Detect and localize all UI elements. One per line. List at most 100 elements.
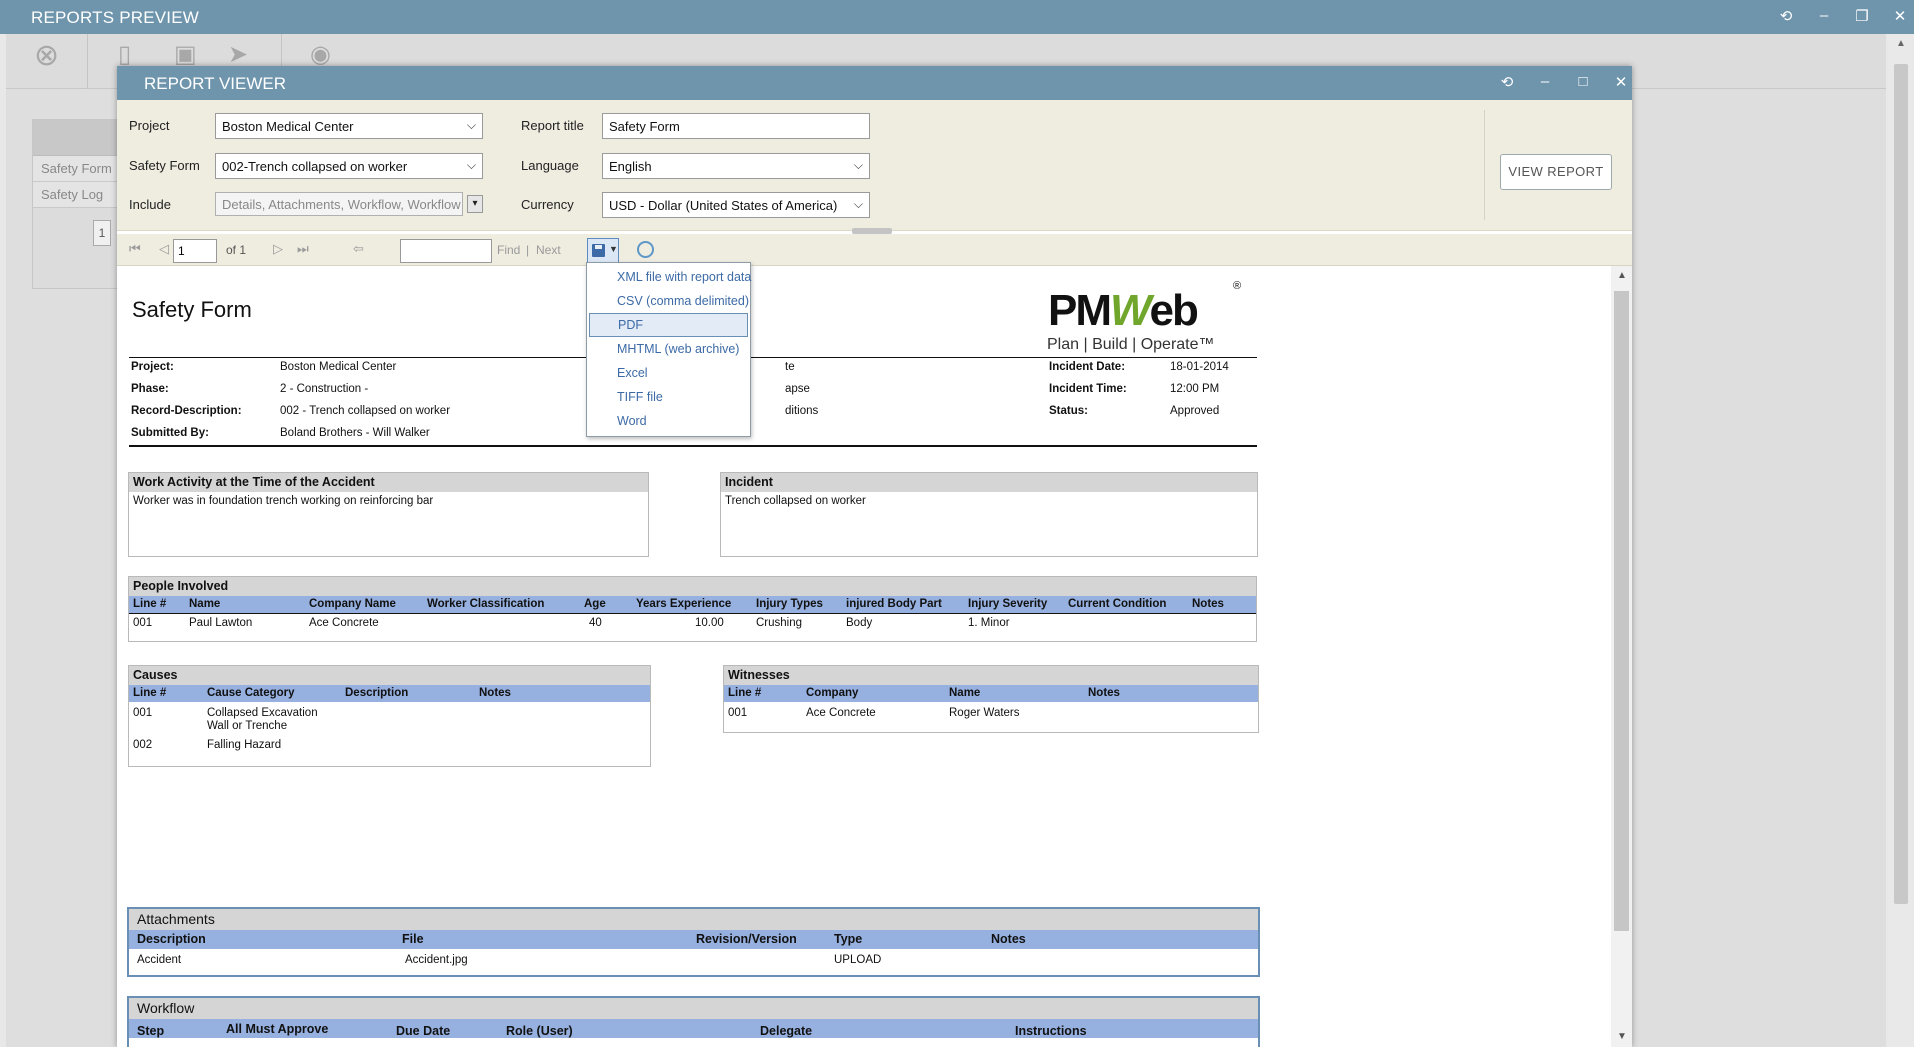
refresh-icon[interactable] bbox=[637, 241, 654, 258]
project-value: Boston Medical Center bbox=[280, 361, 397, 373]
language-label: Language bbox=[521, 158, 579, 173]
first-page-icon[interactable]: ⏮ bbox=[129, 241, 141, 257]
chevron-down-icon: ⌵ bbox=[853, 197, 863, 212]
close-icon[interactable]: ✕ bbox=[1613, 73, 1629, 91]
previous-page-icon[interactable]: ◁ bbox=[159, 241, 169, 257]
section-title: Witnesses bbox=[724, 666, 1258, 685]
table-row: Accident Accident.jpg UPLOAD bbox=[137, 954, 882, 966]
close-icon[interactable]: ✕ bbox=[1892, 7, 1908, 25]
table-row: 001 Collapsed Excavation Wall or Trenche bbox=[133, 707, 318, 732]
safety-form-select[interactable]: 002-Trench collapsed on worker ⌵ bbox=[215, 153, 483, 179]
work-activity-section: Work Activity at the Time of the Acciden… bbox=[128, 472, 649, 557]
send-icon[interactable]: ➤ bbox=[228, 40, 248, 69]
project-label: Project: bbox=[131, 361, 174, 373]
chevron-down-icon: ⌵ bbox=[466, 158, 476, 172]
page-count: of 1 bbox=[226, 243, 247, 257]
status-label: Status: bbox=[1049, 405, 1088, 417]
preview-icon[interactable]: ◉ bbox=[310, 40, 331, 69]
report-scrollbar[interactable]: ▲ ▼ bbox=[1611, 266, 1632, 1047]
table-row: 001 Paul Lawton Ace Concrete 40 10.00 Cr… bbox=[129, 613, 1256, 633]
incident-date-label: Incident Date: bbox=[1049, 361, 1126, 373]
language-value: English bbox=[609, 159, 652, 174]
header-text-fragment: te bbox=[785, 361, 795, 373]
dialog-title-bar: REPORT VIEWER ⟲ – □ ✕ bbox=[117, 66, 1632, 100]
document-icon[interactable]: ▯ bbox=[118, 40, 131, 69]
back-icon[interactable]: ⇦ bbox=[353, 241, 364, 257]
outer-scrollbar[interactable]: ▲ bbox=[1888, 34, 1914, 1047]
parameters-panel: Project Boston Medical Center ⌵ Safety F… bbox=[117, 100, 1632, 231]
language-select[interactable]: English ⌵ bbox=[602, 153, 870, 179]
include-dropdown-button[interactable]: ▾ bbox=[467, 195, 483, 213]
phase-value: 2 - Construction - bbox=[280, 383, 369, 395]
view-report-button[interactable]: VIEW REPORT bbox=[1500, 154, 1612, 190]
refresh-icon[interactable]: ⟲ bbox=[1778, 7, 1794, 25]
chevron-down-icon: ⌵ bbox=[466, 118, 476, 132]
menu-item-excel[interactable]: Excel bbox=[587, 361, 750, 385]
section-title: Work Activity at the Time of the Acciden… bbox=[129, 473, 648, 492]
toolbar-separator: | bbox=[526, 243, 530, 257]
currency-label: Currency bbox=[521, 197, 574, 212]
close-circle-icon[interactable]: ⊗ bbox=[34, 38, 59, 73]
safety-form-label: Safety Form bbox=[129, 158, 200, 173]
menu-item-pdf[interactable]: PDF bbox=[589, 313, 748, 337]
table-header: Line # Name Company Name Worker Classifi… bbox=[129, 596, 1256, 613]
save-icon bbox=[592, 244, 605, 257]
include-label: Include bbox=[129, 197, 171, 212]
project-value: Boston Medical Center bbox=[222, 119, 354, 134]
minimize-icon[interactable]: – bbox=[1537, 73, 1553, 91]
menu-item-csv[interactable]: CSV (comma delimited) bbox=[587, 289, 750, 313]
find-input[interactable] bbox=[400, 239, 492, 263]
report-title-input[interactable]: Safety Form bbox=[602, 113, 870, 139]
menu-item-tiff[interactable]: TIFF file bbox=[587, 385, 750, 409]
next-page-icon[interactable]: ▷ bbox=[273, 241, 283, 257]
status-value: Approved bbox=[1170, 405, 1220, 417]
minimize-icon[interactable]: – bbox=[1816, 7, 1832, 25]
witnesses-section: Witnesses Line # Company Name Notes 001 … bbox=[723, 665, 1259, 733]
project-select[interactable]: Boston Medical Center ⌵ bbox=[215, 113, 483, 139]
incident-date-value: 18-01-2014 bbox=[1170, 361, 1229, 373]
last-page-icon[interactable]: ⏭ bbox=[297, 241, 309, 257]
include-value: Details, Attachments, Workflow, Workflow bbox=[222, 197, 461, 212]
maximize-icon[interactable]: □ bbox=[1575, 73, 1591, 91]
excel-icon[interactable]: ▣ bbox=[174, 40, 197, 69]
next-link[interactable]: Next bbox=[536, 243, 561, 257]
table-row: 002 Falling Hazard bbox=[133, 739, 282, 751]
currency-select[interactable]: USD - Dollar (United States of America) … bbox=[602, 192, 870, 218]
refresh-icon[interactable]: ⟲ bbox=[1499, 73, 1515, 91]
header-text-fragment: ditions bbox=[785, 405, 819, 417]
menu-item-word[interactable]: Word bbox=[587, 409, 750, 433]
outer-window-title: REPORTS PREVIEW bbox=[31, 8, 199, 27]
restore-icon[interactable]: ❐ bbox=[1854, 7, 1870, 25]
menu-item-xml[interactable]: XML file with report data bbox=[587, 265, 751, 289]
export-button[interactable]: ▼ bbox=[587, 238, 619, 263]
export-menu: XML file with report data CSV (comma del… bbox=[586, 262, 751, 437]
work-activity-text: Worker was in foundation trench working … bbox=[133, 495, 434, 507]
incident-time-label: Incident Time: bbox=[1049, 383, 1127, 395]
table-row: 001 Ace Concrete Roger Waters bbox=[728, 707, 1020, 719]
report-title-value: Safety Form bbox=[609, 119, 680, 134]
outer-title-bar: REPORTS PREVIEW ⟲ – ❐ ✕ bbox=[0, 0, 1914, 34]
incident-text: Trench collapsed on worker bbox=[725, 495, 866, 507]
section-title: People Involved bbox=[129, 577, 1256, 596]
section-title: Workflow bbox=[129, 998, 1258, 1019]
project-label: Project bbox=[129, 118, 170, 133]
chevron-down-icon: ▼ bbox=[609, 244, 618, 254]
section-title: Incident bbox=[721, 473, 1257, 492]
causes-section: Causes Line # Cause Category Description… bbox=[128, 665, 651, 767]
section-title: Causes bbox=[129, 666, 650, 685]
chevron-down-icon: ⌵ bbox=[853, 158, 863, 172]
record-description-label: Record-Description: bbox=[131, 405, 242, 417]
currency-value: USD - Dollar (United States of America) bbox=[609, 198, 838, 213]
pmweb-logo: PMWeb Plan | Build | Operate™ ® bbox=[1047, 280, 1242, 353]
menu-item-mhtml[interactable]: MHTML (web archive) bbox=[587, 337, 750, 361]
people-involved-section: People Involved Line # Name Company Name… bbox=[128, 576, 1257, 642]
page-number-input[interactable] bbox=[173, 239, 217, 263]
workflow-section: Workflow Step All Must Approve Due Date … bbox=[127, 996, 1260, 1047]
report-title-label: Report title bbox=[521, 118, 584, 133]
include-field[interactable]: Details, Attachments, Workflow, Workflow bbox=[215, 192, 463, 216]
page-number[interactable]: 1 bbox=[93, 220, 111, 246]
phase-label: Phase: bbox=[131, 383, 169, 395]
find-link[interactable]: Find bbox=[497, 243, 520, 257]
header-text-fragment: apse bbox=[785, 383, 810, 395]
record-description-value: 002 - Trench collapsed on worker bbox=[280, 405, 451, 417]
